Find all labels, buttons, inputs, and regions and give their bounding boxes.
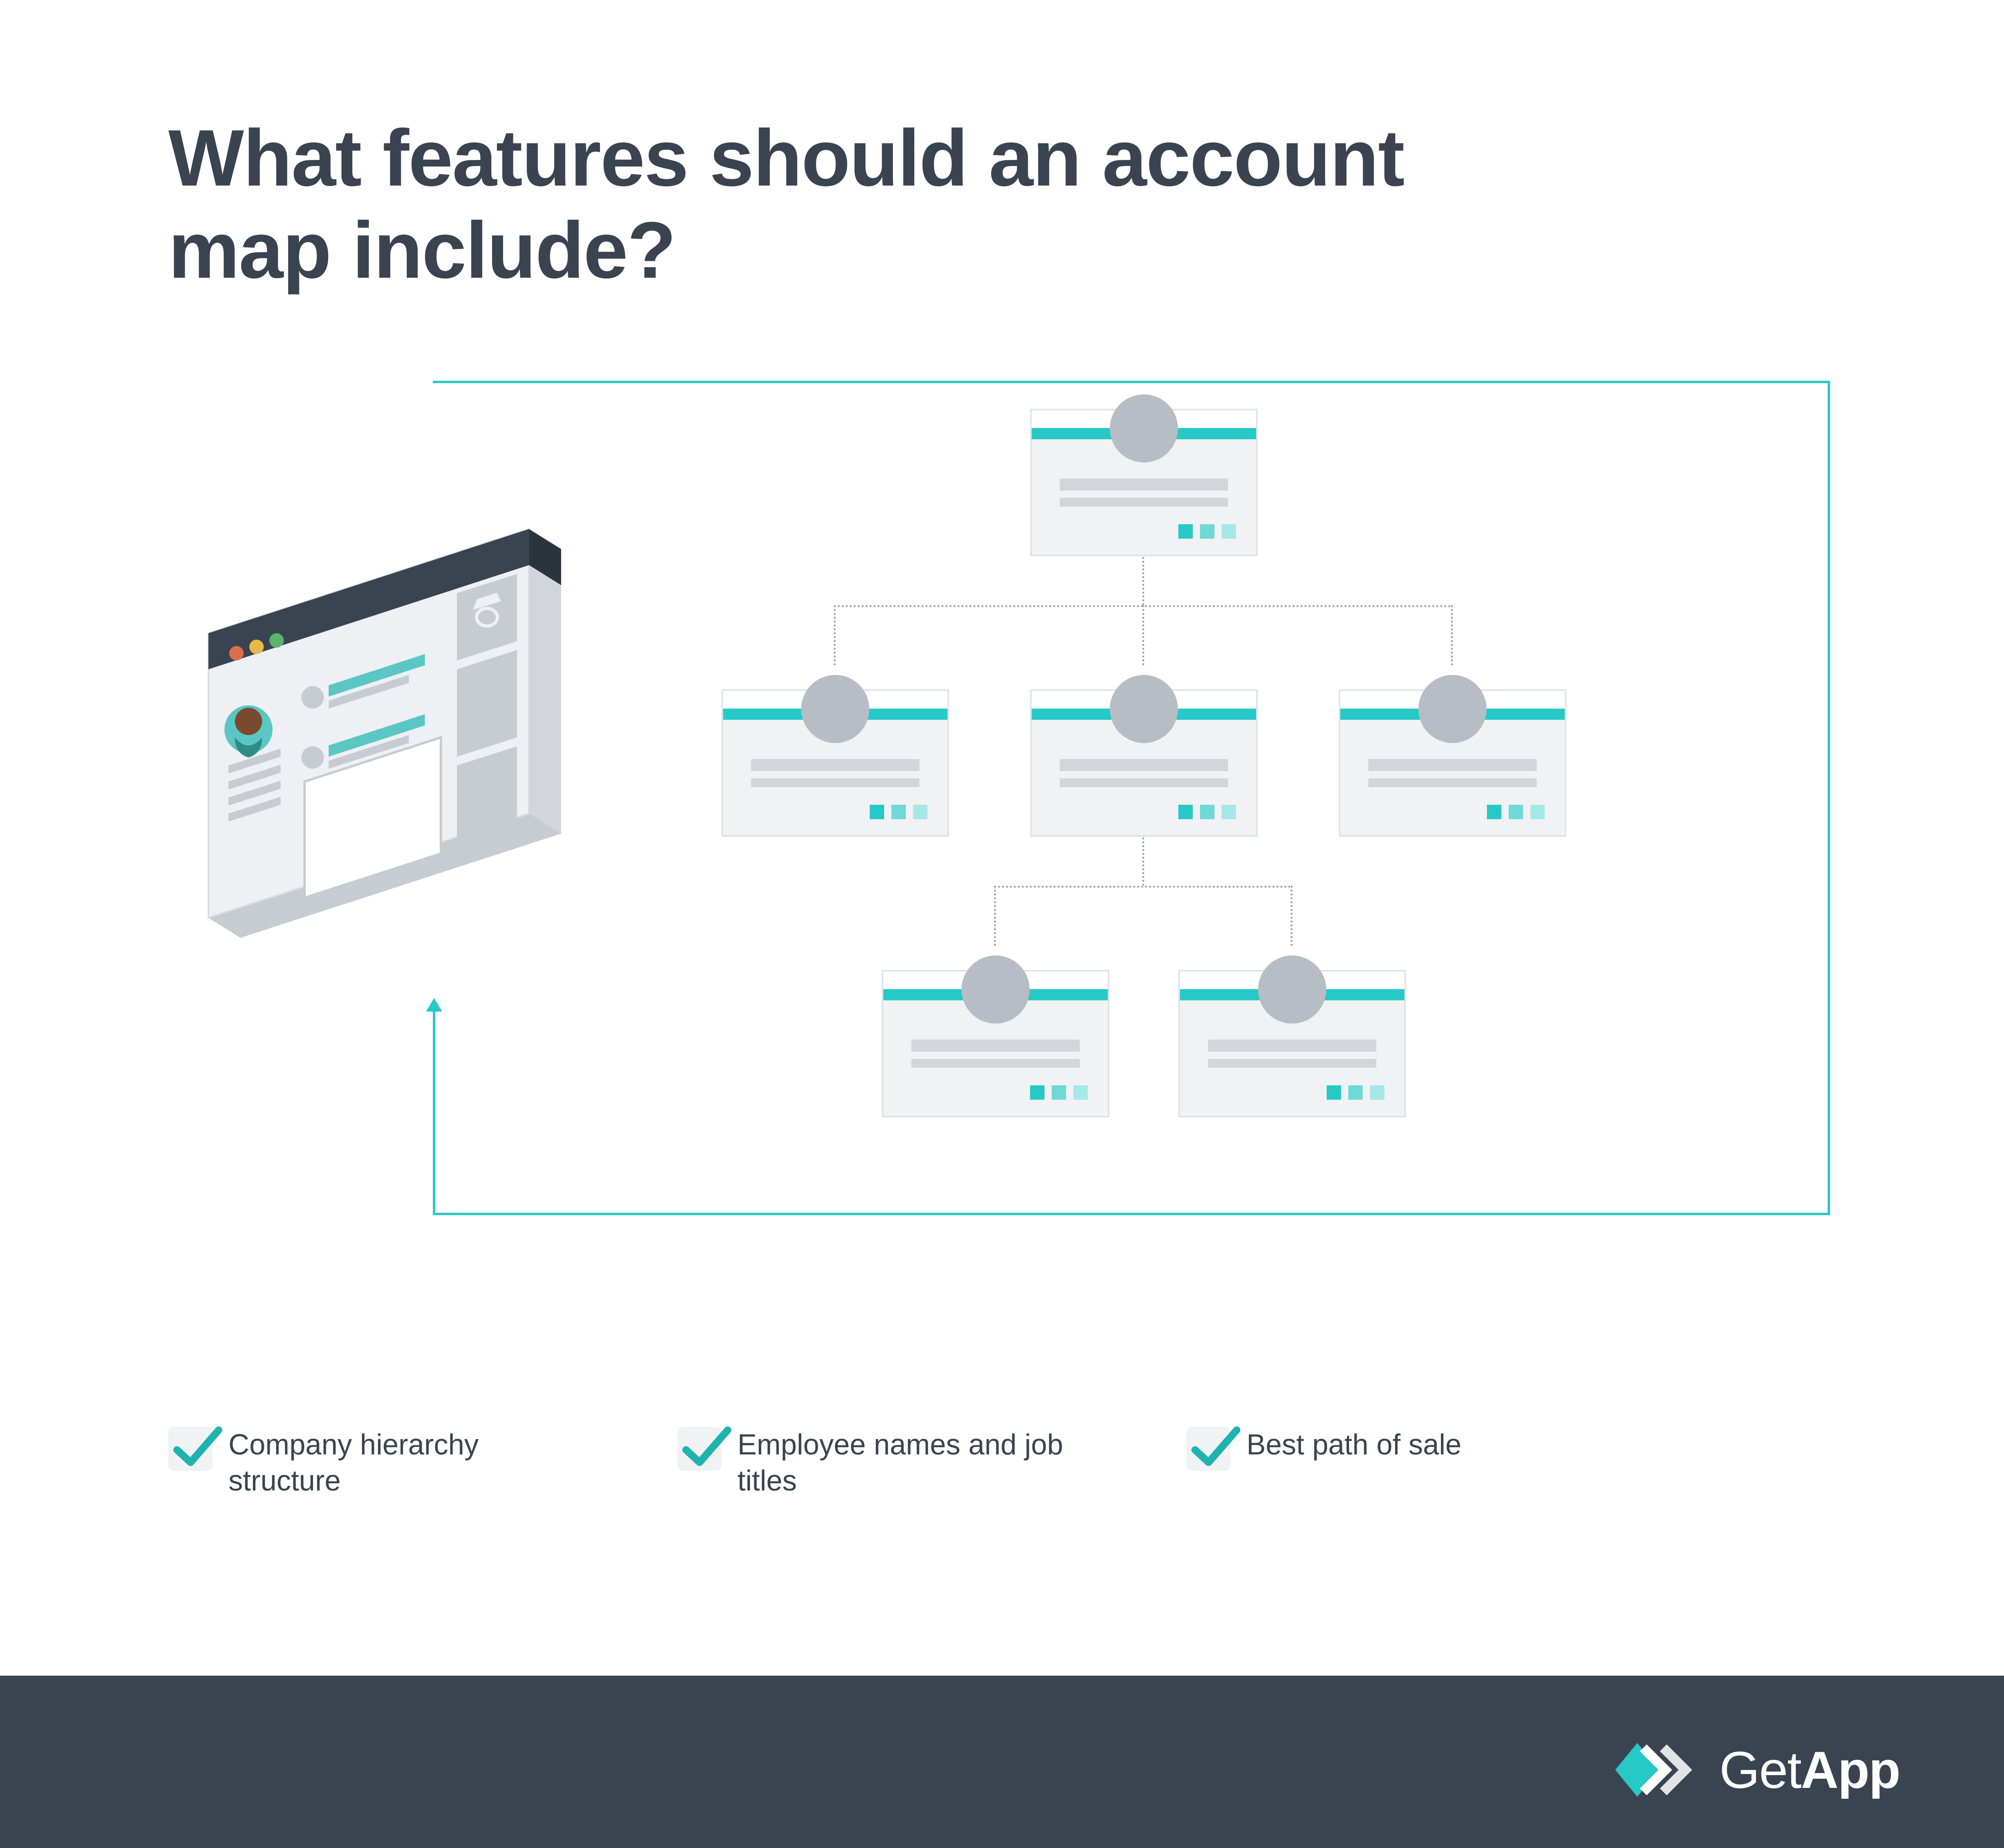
- brand-mark-icon: [1615, 1736, 1703, 1804]
- org-card: [1339, 689, 1566, 837]
- person-icon: [1258, 955, 1326, 1024]
- org-card: [1030, 689, 1258, 837]
- sale-path-stub: [433, 1006, 435, 1213]
- org-card: [721, 689, 949, 837]
- check-item: Employee names and job titles: [677, 1427, 1098, 1499]
- arrow-up-icon: [426, 998, 442, 1012]
- diagram-area: [168, 381, 1836, 1303]
- connector: [994, 886, 1291, 888]
- check-item: Best path of sale: [1186, 1427, 1461, 1499]
- footer: GetApp: [0, 1676, 2004, 1848]
- connector: [1291, 886, 1293, 946]
- check-item: Company hierarchy structure: [168, 1427, 589, 1499]
- person-icon: [1110, 394, 1178, 463]
- check-label: Company hierarchy structure: [228, 1427, 589, 1499]
- org-card-root: [1030, 409, 1258, 556]
- checkbox-icon: [1186, 1427, 1230, 1471]
- connector: [1451, 605, 1453, 665]
- person-icon: [1418, 675, 1487, 743]
- person-icon: [1110, 675, 1178, 743]
- checklist: Company hierarchy structure Employee nam…: [168, 1427, 1836, 1499]
- org-card: [882, 970, 1109, 1117]
- person-icon: [801, 675, 869, 743]
- connector: [1142, 605, 1144, 665]
- person-icon: [962, 955, 1030, 1024]
- brand-name: GetApp: [1719, 1740, 1900, 1800]
- check-label: Best path of sale: [1246, 1427, 1461, 1463]
- browser-iso-icon: [168, 521, 649, 962]
- org-card: [1178, 970, 1406, 1117]
- checkbox-icon: [677, 1427, 721, 1471]
- connector: [1142, 553, 1144, 605]
- connector: [994, 886, 996, 946]
- page-title: What features should an account map incl…: [168, 112, 1531, 297]
- brand-logo: GetApp: [1615, 1736, 1900, 1804]
- connector: [834, 605, 836, 665]
- infographic-page: What features should an account map incl…: [0, 0, 2004, 1848]
- connector: [1142, 834, 1144, 886]
- check-label: Employee names and job titles: [737, 1427, 1098, 1499]
- checkbox-icon: [168, 1427, 212, 1471]
